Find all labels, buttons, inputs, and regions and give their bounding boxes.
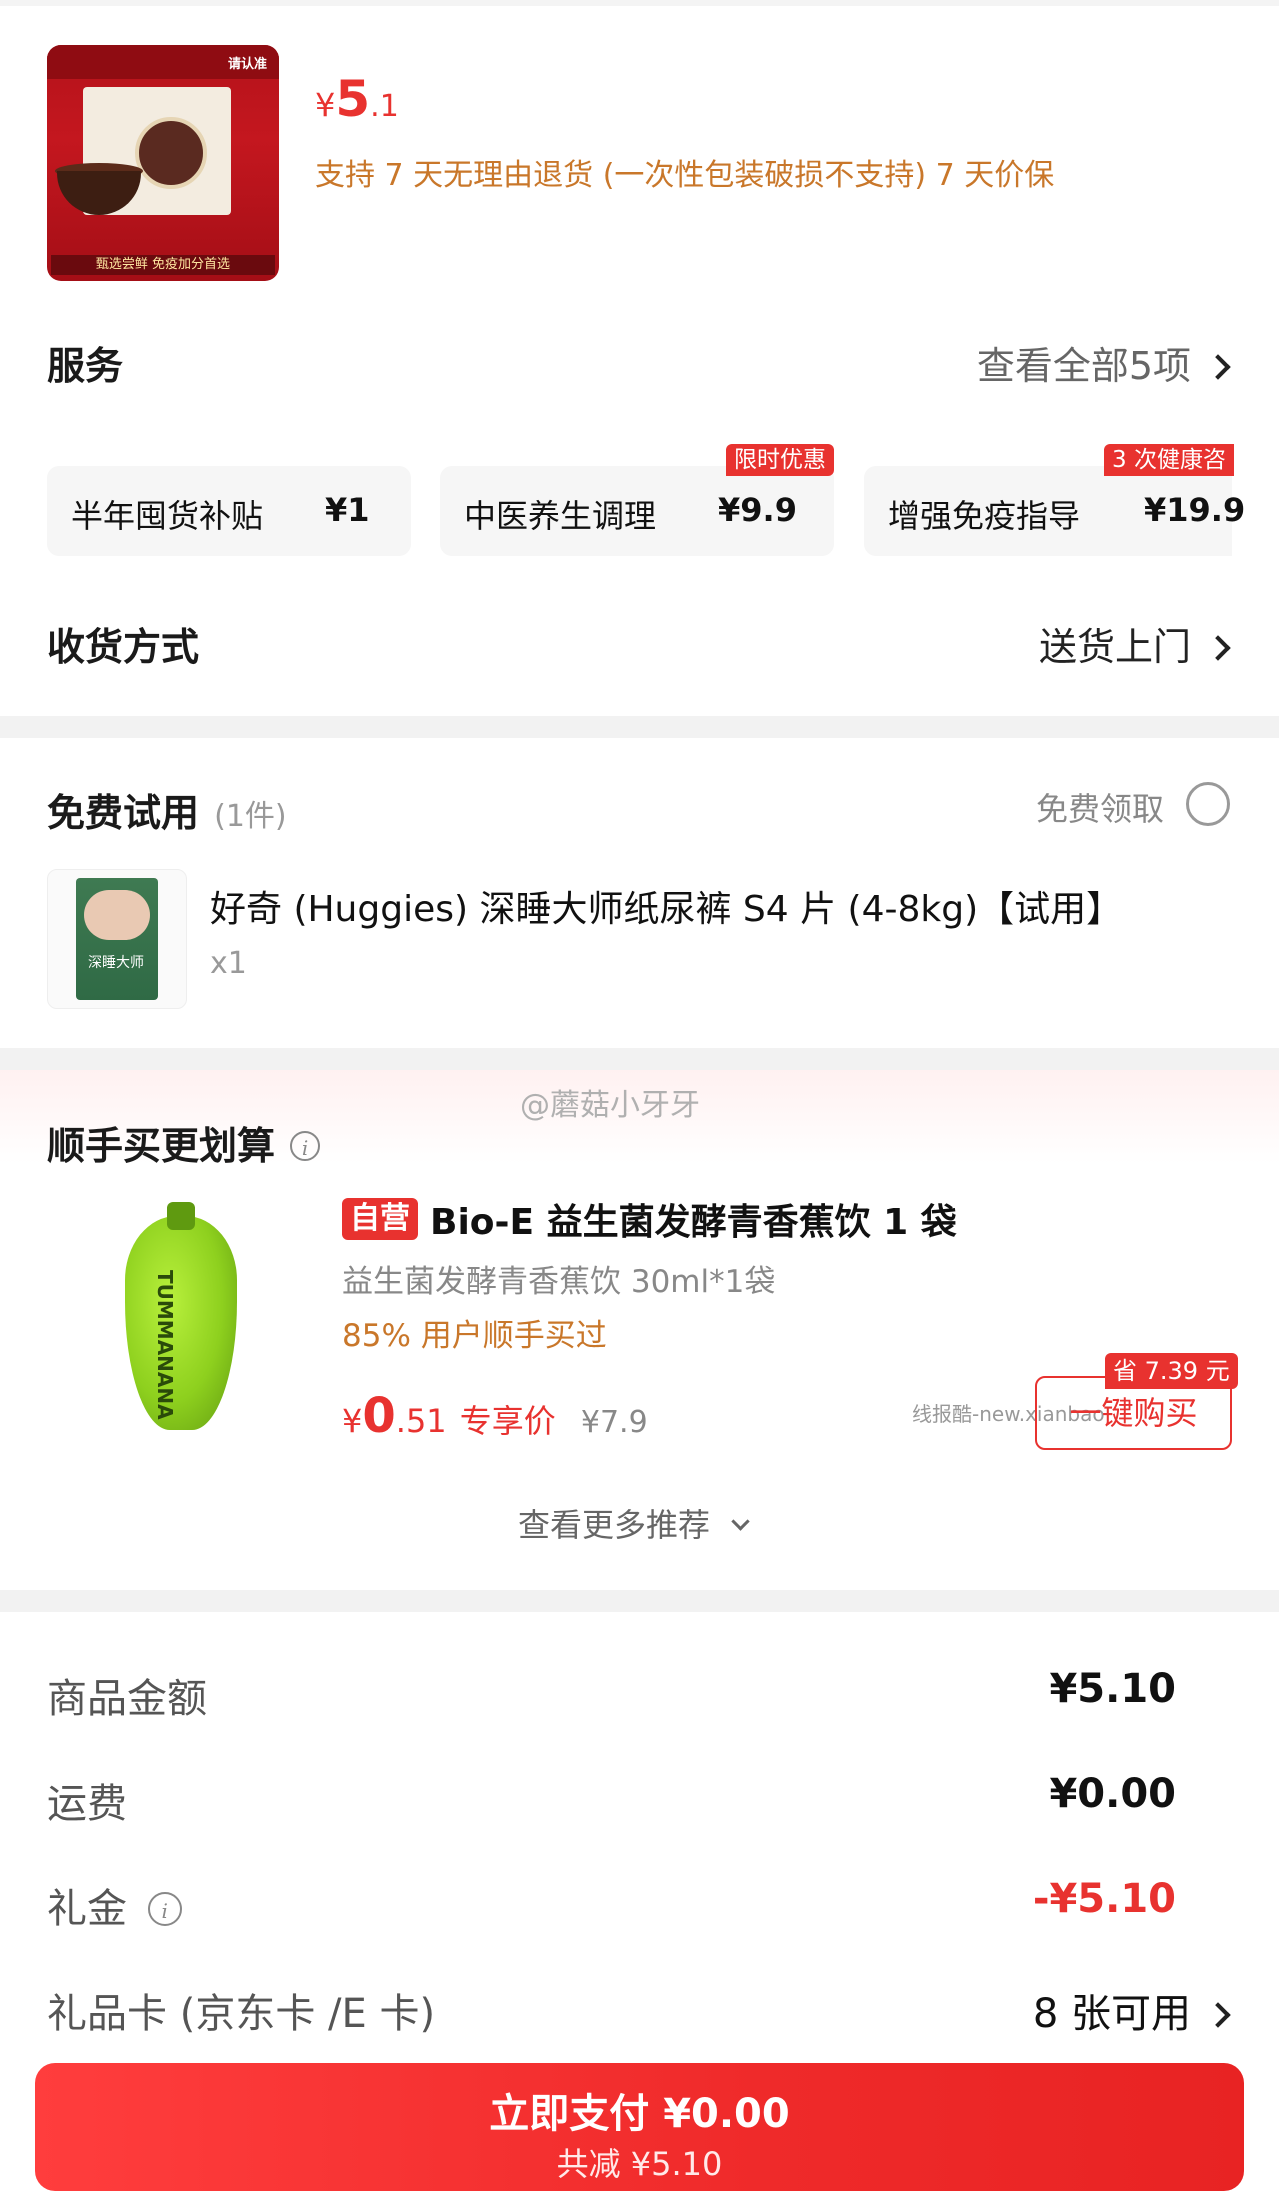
product-image-header: 请认准 (47, 45, 279, 79)
service-chip-price: ¥1 (325, 491, 370, 529)
huggies-pack-text: 深睡大师 (88, 955, 144, 971)
price-dec: .1 (370, 89, 399, 124)
services-view-all-label: 查看全部5项 (976, 344, 1191, 388)
more-recommendations-label: 查看更多推荐 (518, 1506, 711, 1544)
service-chip-name: 中医养生调理 (464, 497, 657, 535)
service-chip[interactable]: 半年囤货补贴 ¥1 (47, 466, 411, 556)
addon-price-symbol: ¥ (342, 1402, 363, 1440)
chevron-right-icon (1205, 635, 1231, 661)
service-chip-price: ¥9.9 (718, 491, 797, 529)
pay-now-button[interactable]: 立即支付 ¥0.00 共减 ¥5.10 (35, 2063, 1244, 2191)
free-trial-item-name[interactable]: 好奇 (Huggies) 深睡大师纸尿裤 S4 片 (4-8kg)【试用】 (210, 880, 1122, 932)
addon-title-text: 顺手买更划算 (47, 1124, 276, 1168)
summary-label: 运费 (47, 1781, 127, 1827)
chevron-right-icon (1205, 354, 1231, 380)
free-trial-item-qty: x1 (210, 946, 247, 981)
delivery-selector[interactable]: 送货上门 (1038, 616, 1231, 671)
addon-price-dec: .51 (395, 1402, 447, 1440)
pay-discount-total: 共减 ¥5.10 (556, 2145, 723, 2183)
service-chip-badge: 3 次健康咨 (1104, 444, 1234, 476)
delivery-value: 送货上门 (1038, 625, 1191, 669)
summary-value: 8 张可用 (1032, 1991, 1191, 2037)
huggies-baby-photo (84, 890, 150, 940)
info-icon[interactable]: i (290, 1131, 321, 1161)
addon-product-image[interactable]: TUMMANANA (47, 1196, 309, 1456)
section-divider (0, 1048, 1279, 1070)
bottle-label: TUMMANANA (153, 1270, 177, 1420)
addon-price-int: 0 (362, 1388, 396, 1444)
product-image[interactable]: 请认准 甄选尝鲜 免疫加分首选 (47, 45, 279, 281)
addon-name-text: Bio-E 益生菌发酵青香蕉饮 1 袋 (430, 1202, 957, 1243)
service-chip-badge: 限时优惠 (726, 444, 834, 476)
gift-card-selector[interactable]: 8 张可用 (1032, 1981, 1231, 2039)
section-divider (0, 1590, 1279, 1612)
services-title: 服务 (47, 344, 124, 388)
huggies-image[interactable]: 深睡大师 (47, 869, 187, 1009)
info-icon[interactable]: i (147, 1892, 182, 1926)
summary-label: 礼金 (47, 1886, 127, 1932)
pay-now-label: 立即支付 ¥0.00 (489, 2091, 790, 2137)
delivery-title: 收货方式 (47, 625, 200, 669)
chevron-right-icon (1205, 2002, 1231, 2028)
price-symbol: ¥ (315, 86, 336, 124)
summary-value: ¥0.00 (1049, 1771, 1176, 1817)
summary-label-gift-money: 礼金 i (47, 1876, 182, 1934)
addon-original-price: ¥7.9 (580, 1405, 648, 1440)
top-divider (0, 0, 1279, 6)
summary-value: -¥5.10 (1032, 1876, 1176, 1922)
free-trial-title-text: 免费试用 (47, 791, 200, 835)
services-view-all[interactable]: 查看全部5项 (976, 335, 1231, 390)
section-divider (0, 716, 1279, 738)
service-chip-price: ¥19.9 (1144, 491, 1246, 529)
service-chip-name: 增强免疫指导 (888, 497, 1081, 535)
service-chip[interactable]: 增强免疫指导 ¥19.9 3 次健康咨 (864, 444, 1245, 556)
addon-title: 顺手买更划算 i (47, 1115, 321, 1170)
free-trial-radio[interactable] (1186, 782, 1230, 826)
service-chip[interactable]: 中医养生调理 ¥9.9 限时优惠 (440, 444, 834, 556)
free-trial-title: 免费试用 (1件) (47, 782, 287, 837)
free-trial-claim-label: 免费领取 (1036, 790, 1165, 828)
bottle-neck (167, 1202, 195, 1230)
summary-value: ¥5.10 (1049, 1666, 1176, 1712)
addon-price-label: 专享价 (459, 1402, 556, 1440)
product-policy: 支持 7 天无理由退货 (一次性包装破损不支持) 7 天价保 (315, 158, 1055, 193)
chevron-down-icon (731, 1512, 750, 1531)
addon-bought: 85% 用户顺手买过 (342, 1318, 607, 1354)
addon-product-name[interactable]: 自营 Bio-E 益生菌发酵青香蕉饮 1 袋 (342, 1193, 957, 1245)
product-image-footer: 甄选尝鲜 免疫加分首选 (51, 255, 275, 275)
service-chip-name: 半年囤货补贴 (71, 497, 264, 535)
summary-label: 商品金额 (47, 1676, 207, 1722)
more-recommendations[interactable]: 查看更多推荐 (518, 1500, 750, 1546)
save-badge: 省 7.39 元 (1105, 1353, 1238, 1389)
summary-label: 礼品卡 (京东卡 /E 卡) (47, 1991, 436, 2037)
banana-bottle: TUMMANANA (125, 1202, 237, 1430)
addon-spec: 益生菌发酵青香蕉饮 30ml*1袋 (342, 1264, 776, 1300)
addon-price: ¥0.51 专享价 ¥7.9 (342, 1388, 648, 1444)
product-price: ¥5.1 (315, 70, 399, 128)
watermark: @蘑菇小牙牙 (520, 1088, 700, 1123)
product-logo (135, 117, 207, 189)
product-image-header-text: 请认准 (227, 57, 267, 72)
price-int: 5 (335, 70, 371, 128)
free-trial-count: (1件) (214, 799, 287, 834)
self-operated-tag: 自营 (342, 1198, 418, 1240)
